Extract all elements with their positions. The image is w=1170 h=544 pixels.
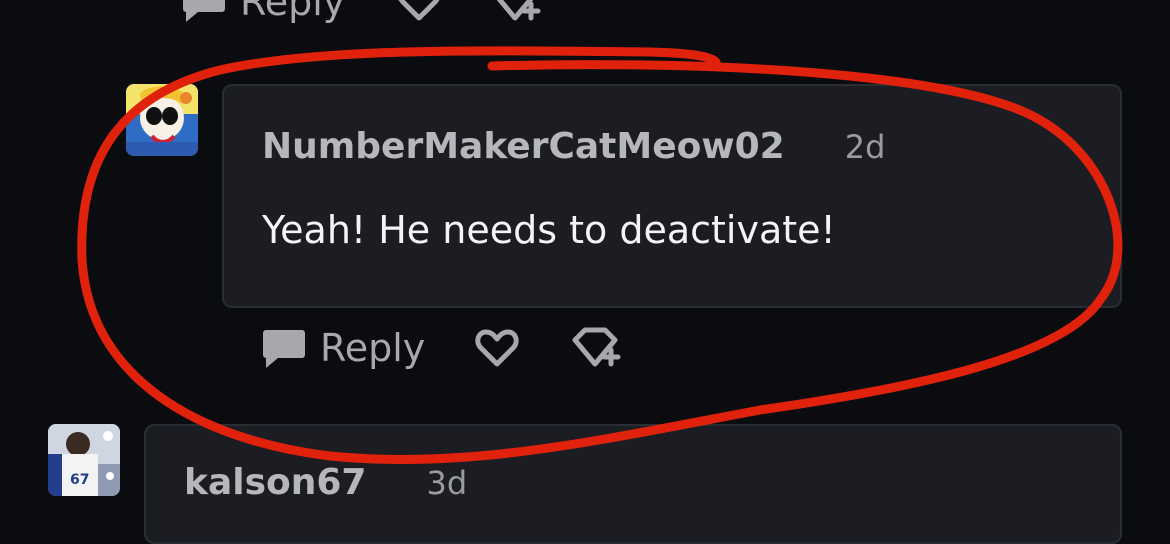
heart-icon	[397, 0, 441, 22]
top-like-button[interactable]	[397, 0, 441, 22]
comment-1-actions: Reply	[262, 326, 623, 370]
reply-label: Reply	[320, 326, 426, 370]
comment-1-text: Yeah! He needs to deactivate!	[262, 208, 836, 252]
like-button[interactable]	[475, 328, 519, 368]
avatar-numbermakercatmeow02[interactable]	[126, 84, 198, 156]
top-comment-actions: Reply	[182, 0, 543, 24]
comment-1-timestamp: 2d	[844, 128, 886, 166]
award-button[interactable]	[571, 326, 623, 370]
comment-2-username[interactable]: kalson67	[184, 462, 366, 503]
comment-1-username[interactable]: NumberMakerCatMeow02	[262, 126, 785, 167]
comment-1-meta: NumberMakerCatMeow02 2d	[262, 126, 885, 167]
svg-text:67: 67	[70, 472, 89, 488]
gift-plus-icon	[491, 0, 543, 24]
comment-card-1: NumberMakerCatMeow02 2d Yeah! He needs t…	[222, 84, 1122, 308]
avatar-image	[126, 84, 198, 156]
comment-2-timestamp: 3d	[426, 464, 468, 502]
comment-card-2: kalson67 3d	[144, 424, 1122, 544]
reply-bubble-icon	[262, 326, 306, 370]
reply-bubble-icon	[182, 0, 226, 24]
top-reply-label: Reply	[240, 0, 346, 24]
reply-button[interactable]: Reply	[262, 326, 425, 370]
heart-icon	[475, 328, 519, 368]
top-reply-button[interactable]: Reply	[182, 0, 345, 24]
avatar-image: 67	[48, 424, 120, 496]
avatar-kalson67[interactable]: 67	[48, 424, 120, 496]
gift-plus-icon	[571, 326, 623, 370]
top-award-button[interactable]	[491, 0, 543, 24]
comment-2-meta: kalson67 3d	[184, 462, 467, 503]
